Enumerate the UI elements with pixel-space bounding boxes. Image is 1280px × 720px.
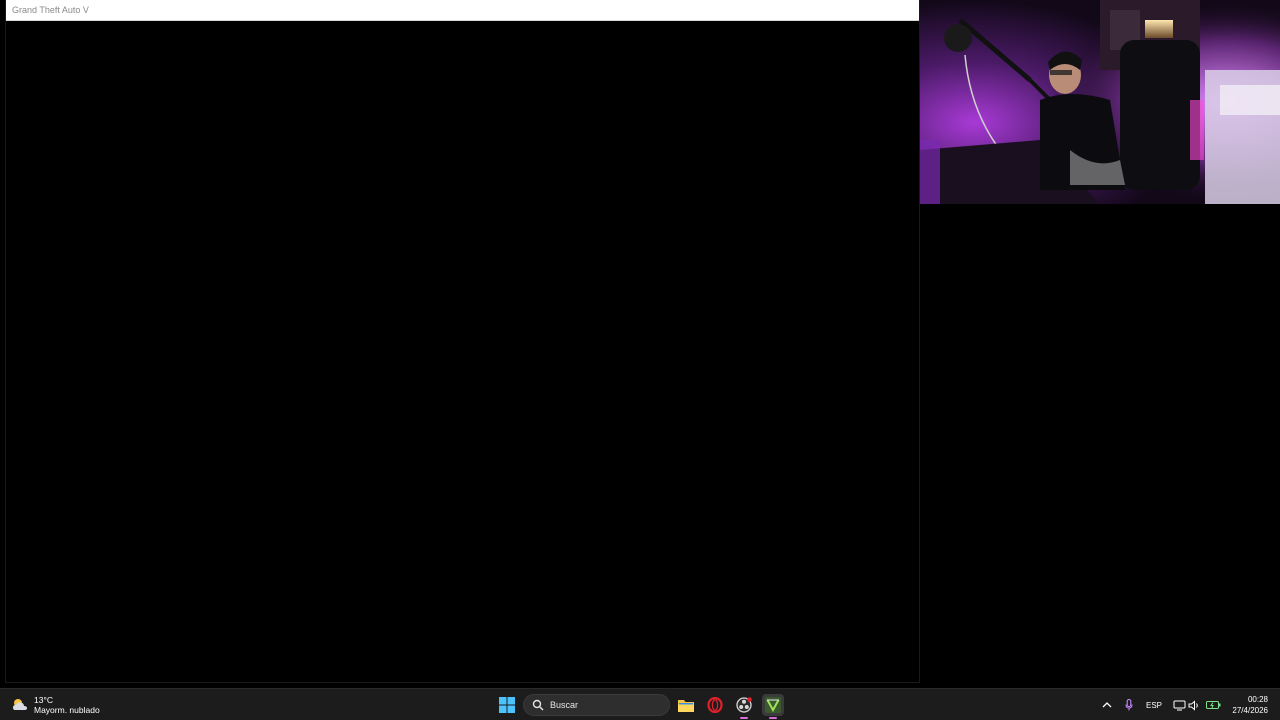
search-icon	[532, 699, 544, 711]
weather-widget[interactable]: 13°C Mayorm. nublado	[10, 693, 100, 717]
weather-text: 13°C Mayorm. nublado	[34, 695, 100, 715]
taskbar-obs-studio[interactable]	[733, 694, 755, 719]
input-language-label: ESP	[1145, 700, 1162, 710]
network-monitor-icon	[1173, 700, 1185, 710]
obs-studio-icon	[736, 697, 752, 713]
microphone-in-use-button[interactable]	[1122, 689, 1136, 720]
clock-date: 27/4/2026	[1232, 706, 1268, 715]
gta-v-running-indicator	[769, 717, 777, 719]
volume-button[interactable]	[1187, 689, 1201, 720]
battery-button[interactable]	[1204, 689, 1222, 720]
taskbar-opera-gx[interactable]	[704, 694, 726, 716]
desktop: Grand Theft Auto V 13°C Mayorm. nublado …	[0, 0, 1280, 720]
game-window[interactable]: Grand Theft Auto V	[5, 0, 920, 683]
cloud-sun-icon	[10, 695, 30, 715]
input-language-button[interactable]: ESP	[1142, 689, 1166, 720]
obs-studio-running-indicator	[740, 717, 748, 719]
taskbar-gta-v[interactable]	[762, 694, 784, 719]
search-placeholder: Buscar	[550, 700, 579, 710]
game-window-title: Grand Theft Auto V	[12, 5, 89, 15]
microphone-icon	[1125, 699, 1133, 711]
gta-v-icon	[765, 697, 781, 713]
game-window-titlebar[interactable]: Grand Theft Auto V	[6, 0, 919, 21]
windows-logo-icon	[499, 697, 515, 713]
chevron-up-icon	[1102, 702, 1112, 708]
taskbar-search-box[interactable]: Buscar	[523, 694, 670, 716]
game-canvas[interactable]	[6, 21, 919, 682]
battery-charging-icon	[1205, 701, 1220, 709]
taskbar-clock[interactable]: 00:28 27/4/2026	[1232, 694, 1268, 716]
clock-time: 00:28	[1247, 695, 1268, 704]
weather-condition: Mayorm. nublado	[34, 705, 100, 715]
file-explorer-icon	[678, 700, 694, 712]
taskbar: 13°C Mayorm. nublado Buscar ESP 00:28 27…	[0, 688, 1280, 720]
network-button[interactable]	[1171, 689, 1187, 720]
webcam-overlay	[920, 0, 1280, 204]
show-hidden-icons-button[interactable]	[1100, 689, 1114, 720]
opera-gx-icon	[707, 697, 723, 713]
taskbar-file-explorer[interactable]	[675, 694, 697, 716]
webcam-feed-image	[920, 0, 1280, 204]
speaker-icon	[1188, 699, 1198, 711]
weather-temperature: 13°C	[34, 695, 53, 705]
start-button[interactable]	[496, 694, 518, 716]
